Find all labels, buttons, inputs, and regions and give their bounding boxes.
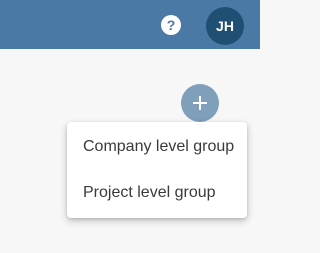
- help-icon[interactable]: ?: [161, 15, 181, 35]
- plus-icon: [193, 96, 207, 110]
- add-group-button[interactable]: [181, 84, 219, 122]
- user-avatar[interactable]: JH: [206, 7, 244, 45]
- top-bar: ? JH: [0, 0, 260, 49]
- add-group-menu: Company level group Project level group: [67, 122, 247, 218]
- menu-item-company-level-group[interactable]: Company level group: [67, 125, 247, 169]
- menu-item-project-level-group[interactable]: Project level group: [67, 171, 247, 215]
